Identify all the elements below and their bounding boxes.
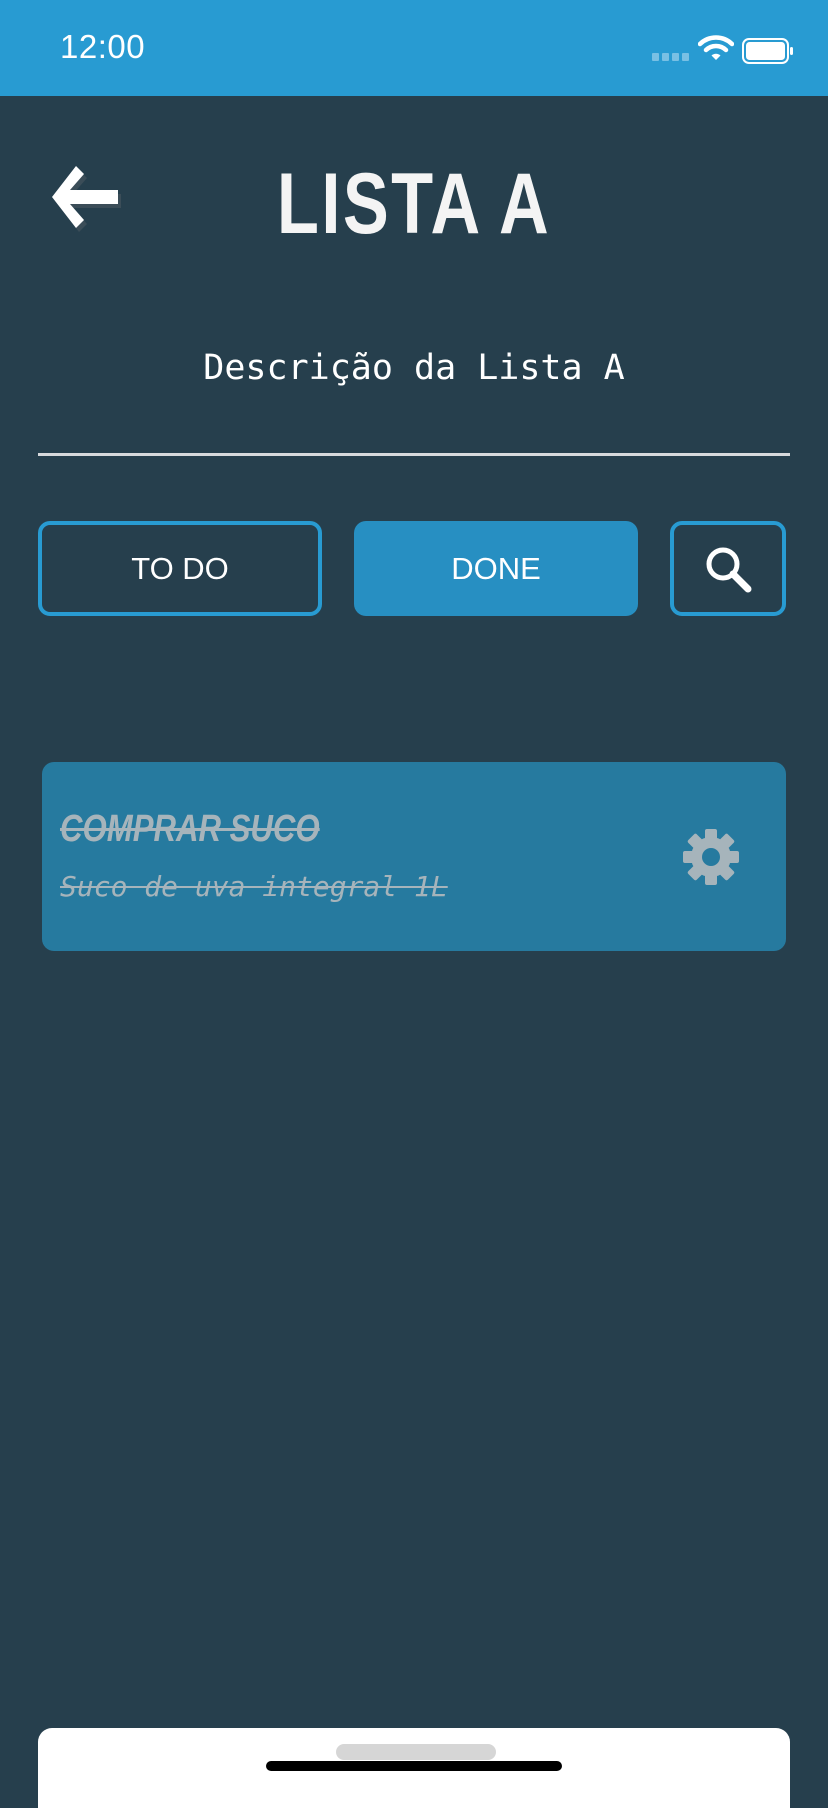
tab-done[interactable]: DONE bbox=[354, 521, 638, 616]
task-description: Suco de uva integral 1L bbox=[60, 870, 448, 903]
search-button[interactable] bbox=[670, 521, 786, 616]
back-button[interactable] bbox=[46, 158, 128, 234]
search-icon bbox=[706, 547, 752, 592]
battery-icon bbox=[742, 38, 793, 64]
arrow-left-icon bbox=[52, 166, 121, 232]
sheet-handle[interactable] bbox=[336, 1744, 496, 1760]
task-title: COMPRAR SUCO bbox=[60, 808, 320, 850]
task-card[interactable]: COMPRAR SUCO Suco de uva integral 1L bbox=[42, 762, 786, 951]
wifi-icon bbox=[698, 35, 734, 60]
list-description: Descrição da Lista A bbox=[203, 348, 625, 388]
gear-icon bbox=[683, 829, 739, 885]
status-bar: 12:00 bbox=[0, 0, 828, 96]
task-settings-button[interactable] bbox=[674, 820, 748, 894]
divider bbox=[38, 453, 790, 456]
home-indicator bbox=[266, 1761, 562, 1771]
tab-todo[interactable]: TO DO bbox=[38, 521, 322, 616]
page-title: LISTA A bbox=[276, 156, 552, 252]
signal-icon bbox=[652, 53, 690, 61]
status-time: 12:00 bbox=[60, 28, 146, 65]
